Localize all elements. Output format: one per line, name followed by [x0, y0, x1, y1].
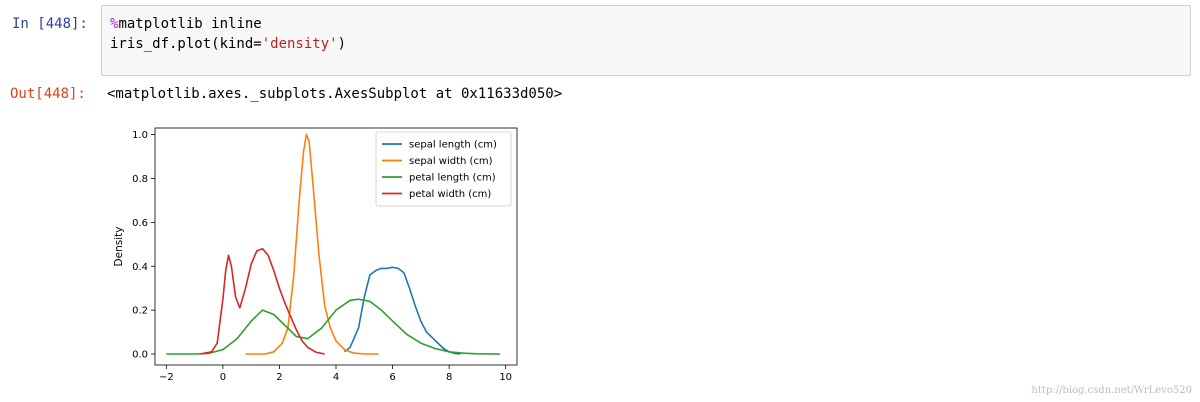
plot-kind-string: 'density'	[261, 36, 338, 52]
y-tick-label: 1.0	[132, 130, 148, 141]
y-tick-label: 0.8	[132, 174, 148, 185]
x-tick-label: 6	[389, 372, 395, 383]
x-tick-label: 10	[499, 372, 512, 383]
series-line-1	[344, 266, 461, 355]
output-repr: <matplotlib.axes._subplots.AxesSubplot a…	[107, 86, 563, 102]
y-axis-label: Density	[113, 227, 125, 267]
watermark: http://blog.csdn.net/WrLevo520	[1031, 385, 1192, 396]
x-tick-label: 4	[333, 372, 339, 383]
legend-label-4: petal width (cm)	[409, 189, 491, 200]
plot-call: iris_df.plot(kind=	[110, 36, 262, 52]
y-tick-label: 0.0	[132, 350, 148, 361]
x-tick-label: 8	[446, 372, 452, 383]
legend-label-3: petal length (cm)	[409, 173, 496, 184]
series-line-2	[245, 133, 379, 355]
output-prompt: Out[448]:	[10, 86, 86, 102]
y-tick-label: 0.6	[132, 218, 148, 229]
legend-label-1: sepal length (cm)	[409, 140, 497, 151]
magic-command: matplotlib inline	[118, 16, 262, 32]
code-line-1: %matplotlib inline	[110, 16, 262, 32]
code-line-2: iris_df.plot(kind='density')	[110, 36, 346, 52]
density-plot: −2 0 2 4 6 8 10 0.0 0.2 0.4 0.6 0.8 1.0 Density sepal …	[113, 127, 518, 383]
input-prompt: In [448]:	[12, 16, 88, 32]
legend-label-2: sepal width (cm)	[409, 156, 493, 167]
x-tick-label: 2	[276, 372, 282, 383]
x-tick-label: 0	[220, 372, 226, 383]
y-tick-label: 0.4	[132, 262, 148, 273]
x-tick-label: −2	[159, 372, 174, 383]
plot-call-close: )	[337, 36, 347, 52]
y-tick-label: 0.2	[132, 306, 148, 317]
code-cell-input[interactable]: %matplotlib inline iris_df.plot(kind='de…	[101, 5, 1191, 76]
